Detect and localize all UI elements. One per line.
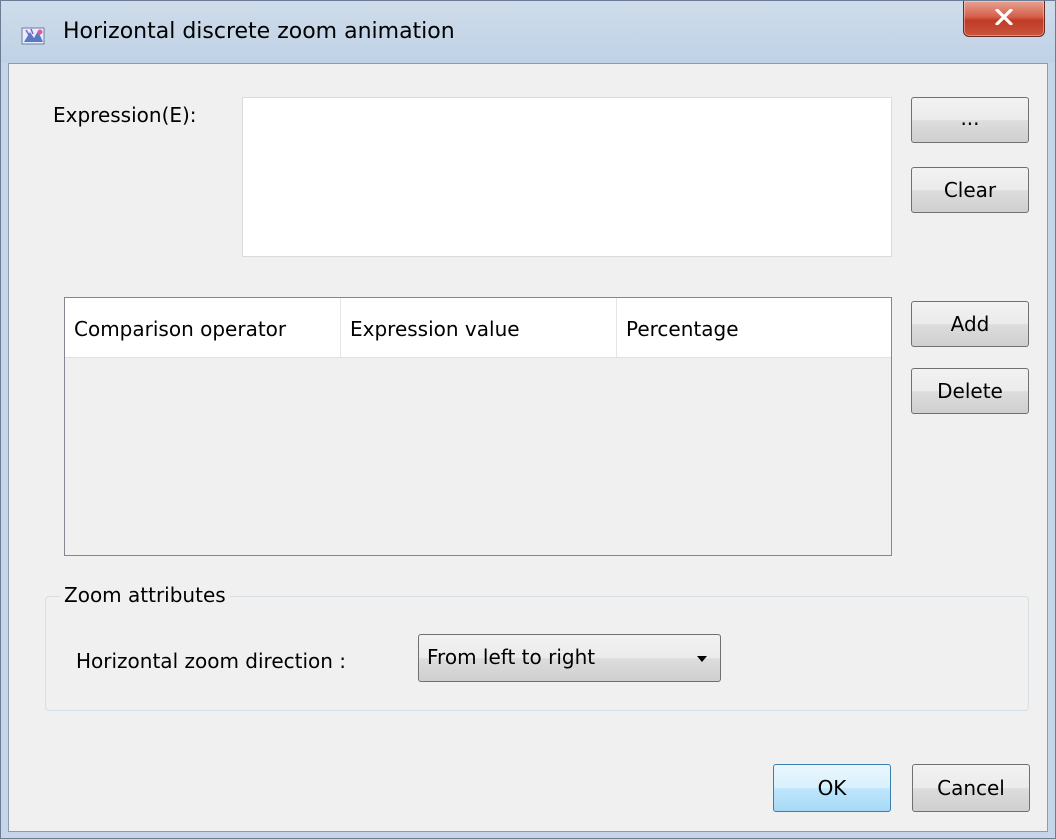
clear-button[interactable]: Clear [911,167,1029,213]
expression-label: Expression(E): [53,103,197,127]
cancel-button[interactable]: Cancel [912,764,1030,812]
delete-button[interactable]: Delete [911,368,1029,414]
title-bar[interactable]: Horizontal discrete zoom animation [1,1,1055,63]
zoom-attributes-title: Zoom attributes [60,583,230,607]
window-title: Horizontal discrete zoom animation [63,19,455,44]
table-header: Comparison operator Expression value Per… [65,298,891,358]
column-header-comparison-operator[interactable]: Comparison operator [65,298,341,357]
browse-button[interactable]: ... [911,97,1029,143]
add-button[interactable]: Add [911,301,1029,347]
zoom-direction-label: Horizontal zoom direction : [76,649,347,673]
ok-button[interactable]: OK [773,764,891,812]
dialog-window: Horizontal discrete zoom animation Expre… [0,0,1056,839]
dialog-body: Expression(E): ... Clear Comparison oper… [8,63,1048,832]
zoom-direction-select[interactable]: From left to right [418,634,721,682]
column-header-expression-value[interactable]: Expression value [341,298,617,357]
close-button[interactable] [963,1,1045,37]
expression-input[interactable] [242,97,892,257]
close-icon [995,9,1013,25]
condition-table[interactable]: Comparison operator Expression value Per… [64,297,892,556]
zoom-direction-value: From left to right [427,645,596,669]
app-icon [21,25,47,47]
dropdown-arrow-icon [697,656,707,662]
column-header-percentage[interactable]: Percentage [617,298,891,357]
